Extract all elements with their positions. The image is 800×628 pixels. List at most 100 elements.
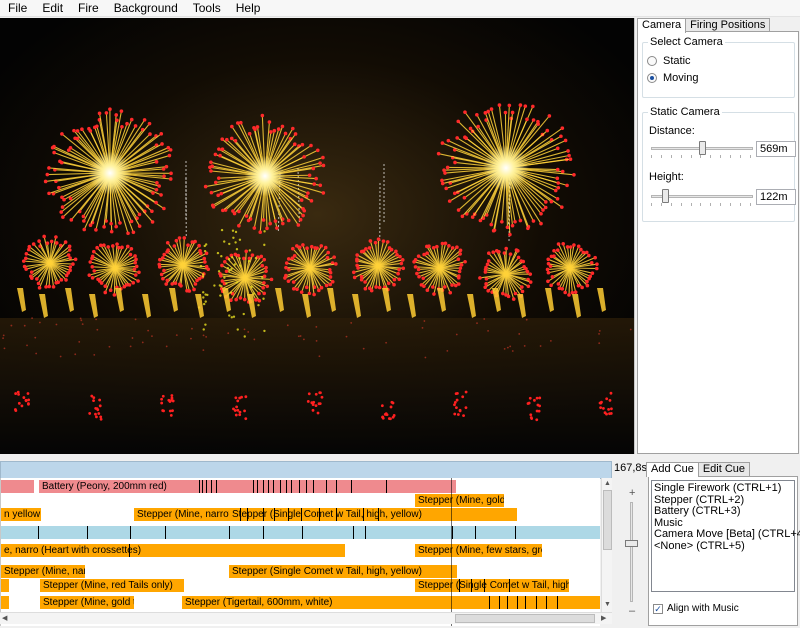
distance-slider[interactable]	[649, 140, 753, 158]
cue-tick	[471, 579, 472, 592]
align-with-music[interactable]: ✓ Align with Music	[653, 603, 739, 614]
cue-tick	[378, 508, 379, 521]
cue-bar[interactable]: e, narro	[1, 544, 38, 557]
timeline-row: n yellow Stepper (Mine, narrow Stepper (Si…	[1, 508, 600, 522]
cue-tick	[286, 480, 287, 493]
zoom-in-icon[interactable]: +	[629, 488, 635, 499]
menu-help[interactable]: Help	[228, 0, 268, 17]
timeline-vertical-scrollbar[interactable]: ▲ ▼	[601, 478, 612, 612]
side-panel: Camera Firing Positions Select Camera St…	[634, 18, 800, 454]
cue-tick	[291, 480, 292, 493]
radio-moving[interactable]: Moving	[647, 72, 698, 84]
cue-bar[interactable]	[1, 596, 9, 609]
cue-type-list[interactable]: Single Firework (CTRL+1) Stepper (CTRL+2…	[651, 480, 800, 592]
cue-tick	[253, 480, 254, 493]
cue-tick	[165, 526, 166, 539]
scroll-left-icon[interactable]: ◀	[2, 614, 7, 624]
tab-edit-cue[interactable]: Edit Cue	[697, 462, 751, 476]
cue-bar[interactable]: Stepper (Single Comet w Tail, high, yell…	[229, 565, 457, 578]
cue-panel: Add Cue Edit Cue Single Firework (CTRL+1…	[646, 460, 800, 628]
cue-bar[interactable]: Stepper (Mine, gold ta	[40, 596, 134, 609]
cue-tick	[546, 596, 547, 609]
select-camera-group: Select Camera Static Moving	[642, 36, 795, 98]
cue-tick	[351, 480, 352, 493]
cue-timeline: 167,8s Battery (Peony, 200mm red) Stepper…	[0, 456, 648, 628]
cue-tick	[365, 526, 366, 539]
cue-item-single-firework[interactable]: Single Firework (CTRL+1)	[654, 482, 792, 495]
cue-tick	[459, 579, 460, 592]
cue-tick	[336, 508, 337, 521]
timeline-row: Stepper (Mine, gold ta Stepper (Tigertail…	[1, 596, 600, 610]
menu-tools[interactable]: Tools	[185, 0, 228, 17]
radio-moving-circle[interactable]	[647, 73, 657, 83]
cue-tick	[363, 508, 364, 521]
static-camera-group: Static Camera Distance: 569m Height: 122…	[642, 106, 796, 222]
cue-tick	[273, 480, 274, 493]
fireworks-scene	[0, 18, 634, 454]
cue-bar[interactable]	[1, 480, 34, 493]
cue-tick	[499, 596, 500, 609]
tab-camera[interactable]: Camera	[637, 18, 687, 33]
cue-tick	[129, 544, 130, 557]
menu-file[interactable]: File	[0, 0, 34, 17]
height-label: Height:	[649, 171, 684, 183]
menu-background[interactable]: Background	[106, 0, 185, 17]
cue-bar[interactable]: Stepper (Mine, red Tails only)	[40, 579, 184, 592]
timeline-row	[1, 526, 600, 540]
cue-bar[interactable]: Stepper (Mine, gold t	[415, 494, 504, 507]
timeline-ruler[interactable]	[0, 461, 612, 479]
align-checkbox[interactable]: ✓	[653, 603, 663, 614]
vertical-scroll-thumb[interactable]	[603, 490, 612, 550]
cue-item-none[interactable]: <None> (CTRL+5)	[654, 540, 792, 553]
cue-bar[interactable]: n yellow	[1, 508, 41, 521]
distance-field[interactable]: 569m	[756, 141, 796, 157]
cue-tick	[206, 480, 207, 493]
cue-tick	[326, 480, 327, 493]
menu-edit[interactable]: Edit	[34, 0, 70, 17]
tab-add-cue[interactable]: Add Cue	[646, 462, 699, 477]
zoom-slider[interactable]: + –	[624, 486, 640, 618]
cue-bar[interactable]: Stepper (Single Comet w Tail, high, y	[415, 579, 569, 592]
time-readout: 167,8s	[614, 462, 648, 474]
fireworks-viewport[interactable]	[0, 18, 634, 454]
scroll-down-icon[interactable]: ▼	[604, 600, 611, 610]
cue-tick	[313, 480, 314, 493]
timeline-tracks[interactable]: Battery (Peony, 200mm red) Stepper (Mine,…	[0, 478, 600, 626]
cue-bar[interactable]: Stepper (Tigertail, 600mm, white)	[182, 596, 600, 609]
timeline-row: Stepper (Mine, gold t	[1, 494, 600, 508]
height-slider-thumb[interactable]	[662, 189, 670, 203]
cue-bar[interactable]	[1, 526, 600, 539]
cue-tick	[268, 480, 269, 493]
cue-bar[interactable]: Stepper (Mine, few stars, gree	[415, 544, 542, 557]
cue-bar[interactable]: Stepper (Single Comet w Tail, high, yell…	[229, 508, 517, 521]
select-camera-title: Select Camera	[648, 36, 725, 49]
radio-moving-label: Moving	[663, 72, 699, 84]
cue-bar[interactable]: Stepper (Mine, narrow	[134, 508, 229, 521]
tab-firing-positions[interactable]: Firing Positions	[685, 18, 771, 32]
cue-bar[interactable]: Battery (Peony, 200mm red)	[39, 480, 456, 493]
menu-fire[interactable]: Fire	[70, 0, 106, 17]
cue-bar[interactable]: (Heart with crossettes)	[38, 544, 345, 557]
cue-tick	[336, 480, 337, 493]
scroll-right-icon[interactable]: ▶	[601, 614, 606, 624]
cue-tick	[301, 508, 302, 521]
timeline-horizontal-scrollbar[interactable]: ◀ ▶	[0, 612, 612, 624]
cue-tick	[536, 596, 537, 609]
cue-tick	[299, 480, 300, 493]
zoom-out-icon[interactable]: –	[629, 606, 635, 617]
scroll-up-icon[interactable]: ▲	[604, 479, 611, 489]
playhead[interactable]	[451, 478, 452, 626]
height-slider[interactable]	[649, 188, 753, 206]
cue-tick	[525, 596, 526, 609]
cue-bar[interactable]	[1, 579, 9, 592]
distance-slider-thumb[interactable]	[698, 141, 706, 155]
cue-bar[interactable]: Stepper (Mine, narro	[1, 565, 85, 578]
radio-static[interactable]: Static	[647, 55, 691, 67]
cue-tick	[199, 480, 200, 493]
height-field[interactable]: 122m	[756, 189, 796, 205]
zoom-slider-thumb[interactable]	[625, 540, 638, 547]
add-cue-body: Single Firework (CTRL+1) Stepper (CTRL+2…	[648, 476, 800, 626]
horizontal-scroll-thumb[interactable]	[455, 614, 595, 623]
radio-static-label: Static	[663, 55, 691, 67]
radio-static-circle[interactable]	[647, 56, 657, 66]
